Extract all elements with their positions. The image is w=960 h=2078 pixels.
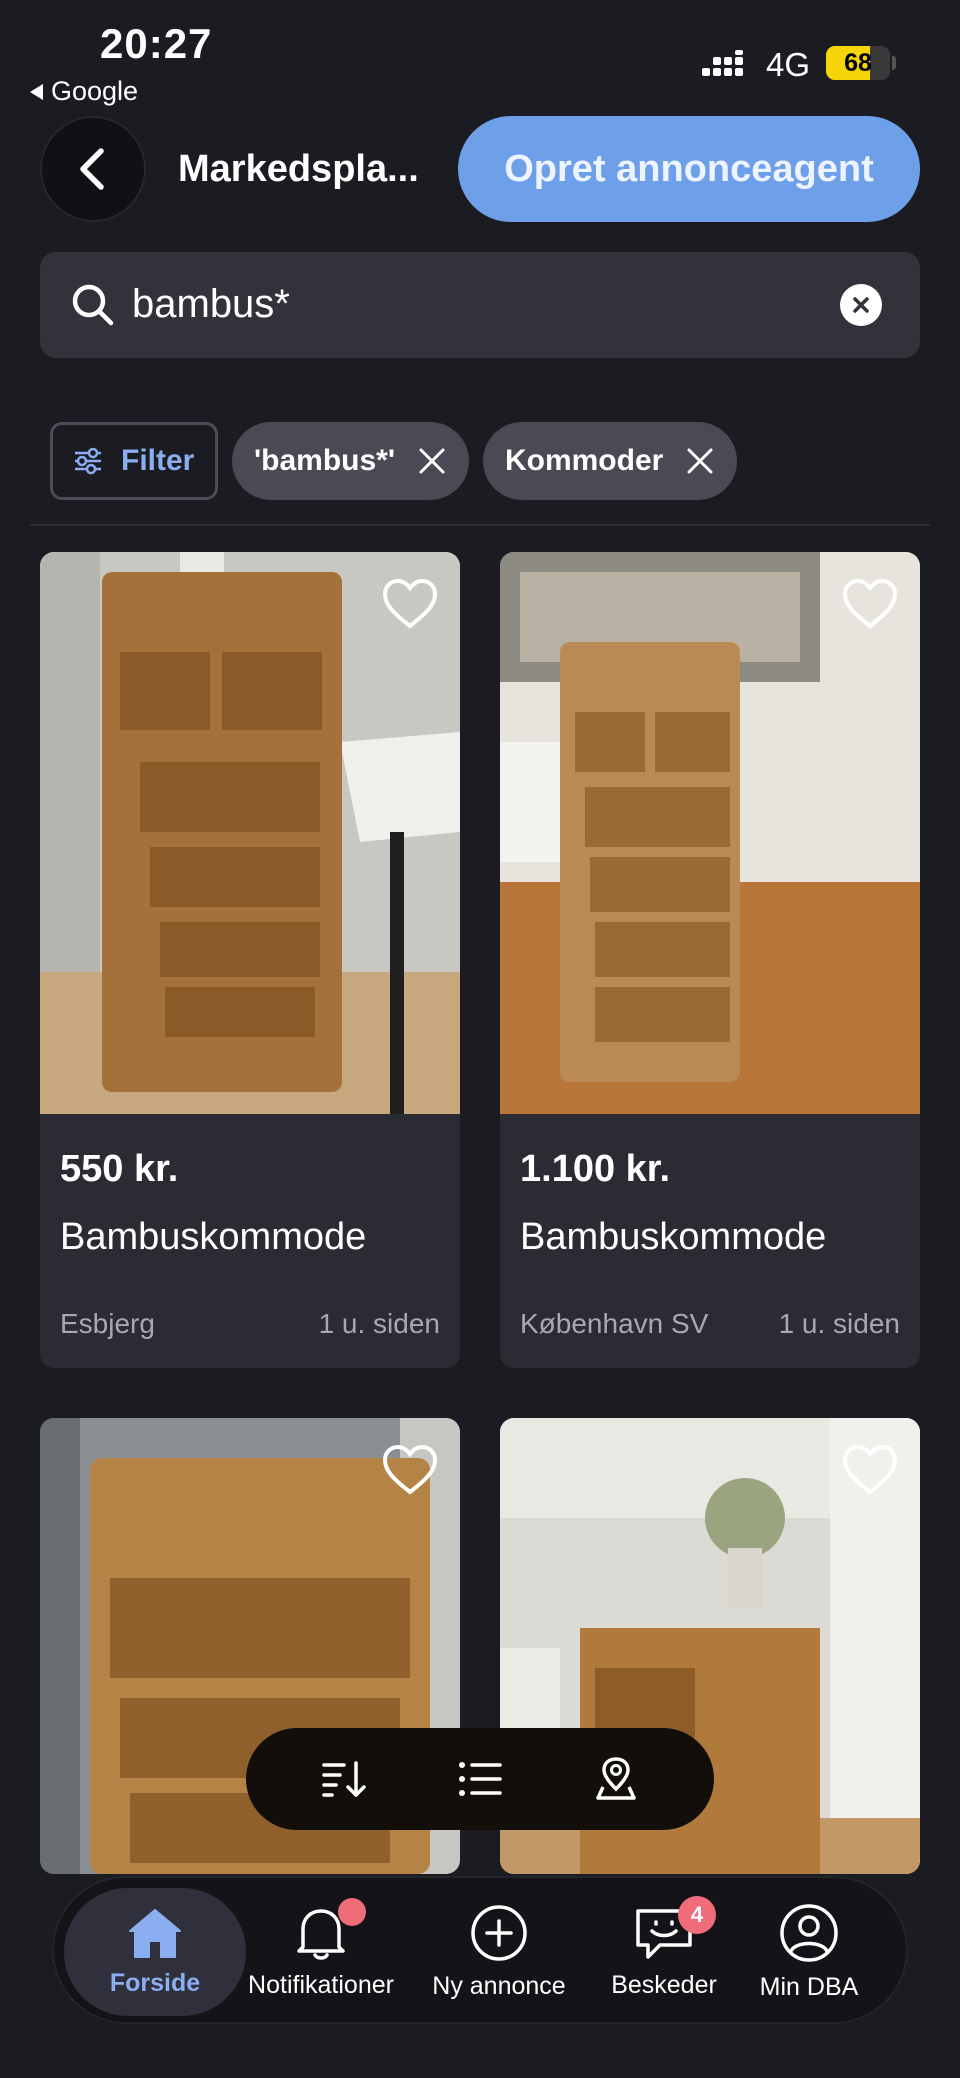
close-icon[interactable] (419, 448, 445, 474)
status-bar: 20:27 Google 4G 68 (0, 0, 960, 110)
listing-location: Esbjerg (60, 1308, 155, 1339)
favorite-heart-icon[interactable] (382, 1444, 438, 1496)
sort-button[interactable] (304, 1739, 384, 1819)
nav-label: Ny annonce (432, 1971, 566, 2000)
create-search-agent-button[interactable]: Opret annonceagent (458, 116, 920, 222)
listing-price: 1.100 kr. (520, 1148, 671, 1190)
listing-title: Bambuskommode (60, 1216, 367, 1258)
listing-photo[interactable] (40, 552, 460, 1114)
clear-icon (853, 297, 869, 313)
nav-home[interactable]: Forside (64, 1888, 246, 2016)
favorite-heart-icon[interactable] (842, 578, 898, 630)
nav-label: Beskeder (611, 1970, 717, 1999)
listing-card[interactable]: 1.100 kr. Bambuskommode København SV 1 u… (500, 552, 920, 1368)
search-icon (72, 284, 114, 326)
signal-icon (702, 50, 743, 76)
divider (30, 524, 930, 526)
back-app-label: Google (51, 76, 139, 106)
favorite-heart-icon[interactable] (842, 1444, 898, 1496)
floating-toolbar (246, 1728, 714, 1830)
profile-icon (780, 1903, 838, 1962)
listing-price: 550 kr. (60, 1148, 179, 1190)
filter-chips: Filter 'bambus*' Kommoder (50, 422, 738, 500)
search-input[interactable] (132, 276, 832, 332)
listing-location: København SV (520, 1308, 709, 1339)
listing-photo[interactable] (500, 552, 920, 1114)
list-view-icon (459, 1762, 502, 1796)
nav-label: Min DBA (759, 1972, 859, 2001)
bottom-navigation: Forside Notifikationer Ny annonce Besked… (52, 1876, 908, 2024)
chevron-left-icon (80, 148, 104, 190)
battery-icon: 68 (826, 46, 890, 80)
battery-tip (892, 56, 896, 70)
chip-search-term[interactable]: 'bambus*' (232, 422, 469, 500)
plus-circle-icon (471, 1904, 527, 1961)
filter-button[interactable]: Filter (50, 422, 218, 500)
chip-label: 'bambus*' (254, 444, 395, 477)
listing-age: 1 u. siden (778, 1308, 900, 1339)
map-pin-icon (596, 1757, 636, 1800)
close-icon[interactable] (687, 448, 713, 474)
chip-category[interactable]: Kommoder (482, 422, 738, 500)
message-count-badge: 4 (678, 1896, 716, 1934)
list-view-button[interactable] (440, 1739, 520, 1819)
status-time: 20:27 (100, 20, 213, 67)
home-icon (129, 1908, 181, 1958)
notification-badge (338, 1898, 366, 1926)
battery-level: 68 (844, 49, 872, 77)
nav-new-listing[interactable]: Ny annonce (424, 1878, 574, 2026)
listing-card[interactable]: 550 kr. Bambuskommode Esbjerg 1 u. siden (40, 552, 460, 1368)
search-bar[interactable] (40, 252, 920, 358)
sort-icon (322, 1761, 366, 1797)
nav-label: Notifikationer (248, 1970, 394, 1999)
nav-label: Forside (109, 1968, 201, 1997)
network-type: 4G (766, 46, 811, 83)
back-button[interactable] (40, 116, 146, 222)
back-to-app-link[interactable]: Google (30, 76, 138, 107)
map-view-button[interactable] (576, 1739, 656, 1819)
nav-notifications[interactable]: Notifikationer (236, 1878, 406, 2026)
listing-age: 1 u. siden (318, 1308, 440, 1339)
favorite-heart-icon[interactable] (382, 578, 438, 630)
clear-search-button[interactable] (840, 284, 882, 326)
filter-label: Filter (121, 444, 195, 477)
sliders-icon (75, 447, 101, 475)
nav-my-dba[interactable]: Min DBA (744, 1878, 874, 2026)
back-triangle-icon (30, 83, 43, 100)
chip-label: Kommoder (504, 444, 664, 477)
page-title: Markedspla... (178, 148, 419, 190)
nav-messages[interactable]: Beskeder 4 (594, 1878, 734, 2026)
listing-title: Bambuskommode (520, 1216, 827, 1258)
